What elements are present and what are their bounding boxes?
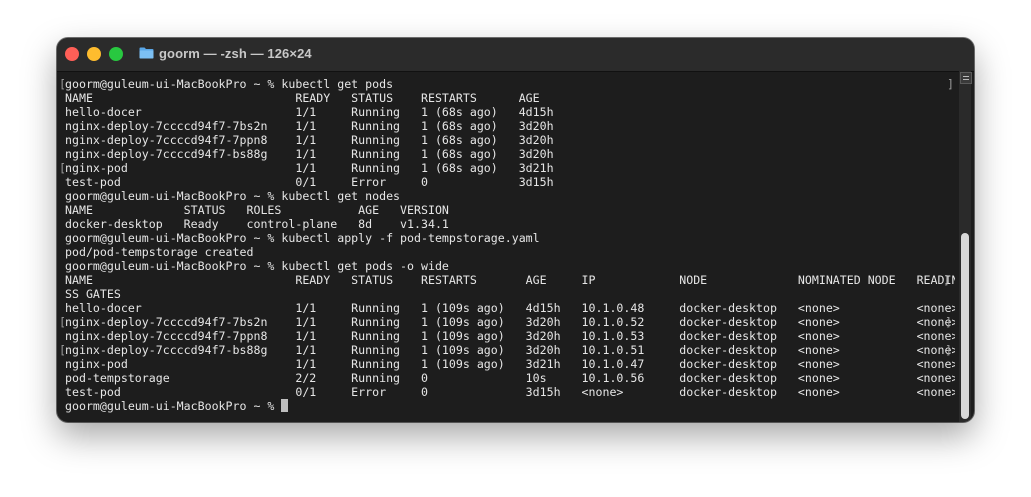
terminal-line: pod/pod-tempstorage created <box>65 245 254 259</box>
mark-bracket-left: [ <box>59 77 66 91</box>
terminal-line: nginx-pod 1/1 Running 1 (68s ago) 3d21h <box>65 161 554 175</box>
split-pane-icon[interactable] <box>960 72 972 84</box>
prompt-text: goorm@guleum-ui-MacBookPro ~ % <box>65 399 282 413</box>
terminal-line: NAME STATUS ROLES AGE VERSION <box>65 203 449 217</box>
terminal-line: goorm@guleum-ui-MacBookPro ~ % kubectl a… <box>65 231 540 245</box>
terminal-line: test-pod 0/1 Error 0 3d15h <box>65 175 554 189</box>
terminal-line: pod-tempstorage 2/2 Running 0 10s 10.1.0… <box>65 371 955 385</box>
terminal-line: test-pod 0/1 Error 0 3d15h <none> docker… <box>65 385 955 399</box>
close-button[interactable] <box>65 47 79 61</box>
terminal-line: nginx-deploy-7ccccd94f7-bs88g 1/1 Runnin… <box>65 147 554 161</box>
terminal-line: nginx-pod 1/1 Running 1 (109s ago) 3d21h… <box>65 357 955 371</box>
prompt-line[interactable]: goorm@guleum-ui-MacBookPro ~ % <box>65 399 955 413</box>
mark-bracket-left: [ <box>59 161 66 175</box>
terminal-output[interactable]: goorm@guleum-ui-MacBookPro ~ % kubectl g… <box>65 77 955 417</box>
terminal-line: nginx-deploy-7ccccd94f7-7ppn8 1/1 Runnin… <box>65 133 554 147</box>
mark-bracket-left: [ <box>59 343 66 357</box>
minimize-button[interactable] <box>87 47 101 61</box>
terminal-line: NAME READY STATUS RESTARTS AGE <box>65 91 540 105</box>
mark-bracket-right: ] <box>943 273 950 287</box>
zoom-button[interactable] <box>109 47 123 61</box>
terminal-line: hello-docer 1/1 Running 1 (109s ago) 4d1… <box>65 301 955 315</box>
scrollbar-thumb[interactable] <box>961 233 969 419</box>
terminal-line: nginx-deploy-7ccccd94f7-7ppn8 1/1 Runnin… <box>65 329 955 343</box>
folder-icon <box>139 47 154 59</box>
terminal-line: goorm@guleum-ui-MacBookPro ~ % kubectl g… <box>65 259 449 273</box>
mark-bracket-left: [ <box>59 315 66 329</box>
terminal-line: goorm@guleum-ui-MacBookPro ~ % kubectl g… <box>65 77 394 91</box>
mark-bracket-right: ] <box>945 315 952 329</box>
terminal-line: nginx-deploy-7ccccd94f7-bs88g 1/1 Runnin… <box>65 343 955 357</box>
title-bar[interactable]: goorm — -zsh — 126×24 <box>57 38 974 72</box>
terminal-line: SS GATES <box>65 287 121 301</box>
window-title: goorm — -zsh — 126×24 <box>159 46 312 61</box>
mark-bracket-right: ] <box>947 77 954 91</box>
terminal-line: NAME READY STATUS RESTARTS AGE IP NODE N… <box>65 273 955 287</box>
terminal-line: goorm@guleum-ui-MacBookPro ~ % kubectl g… <box>65 189 401 203</box>
terminal-line: docker-desktop Ready control-plane 8d v1… <box>65 217 449 231</box>
terminal-window: goorm — -zsh — 126×24 goorm@guleum-ui-Ma… <box>57 38 974 422</box>
terminal-line: nginx-deploy-7ccccd94f7-7bs2n 1/1 Runnin… <box>65 315 955 329</box>
terminal-line: hello-docer 1/1 Running 1 (68s ago) 4d15… <box>65 105 554 119</box>
mark-bracket-right: ] <box>945 343 952 357</box>
vertical-scrollbar[interactable] <box>959 71 971 422</box>
text-cursor <box>281 399 289 412</box>
terminal-line: nginx-deploy-7ccccd94f7-7bs2n 1/1 Runnin… <box>65 119 554 133</box>
